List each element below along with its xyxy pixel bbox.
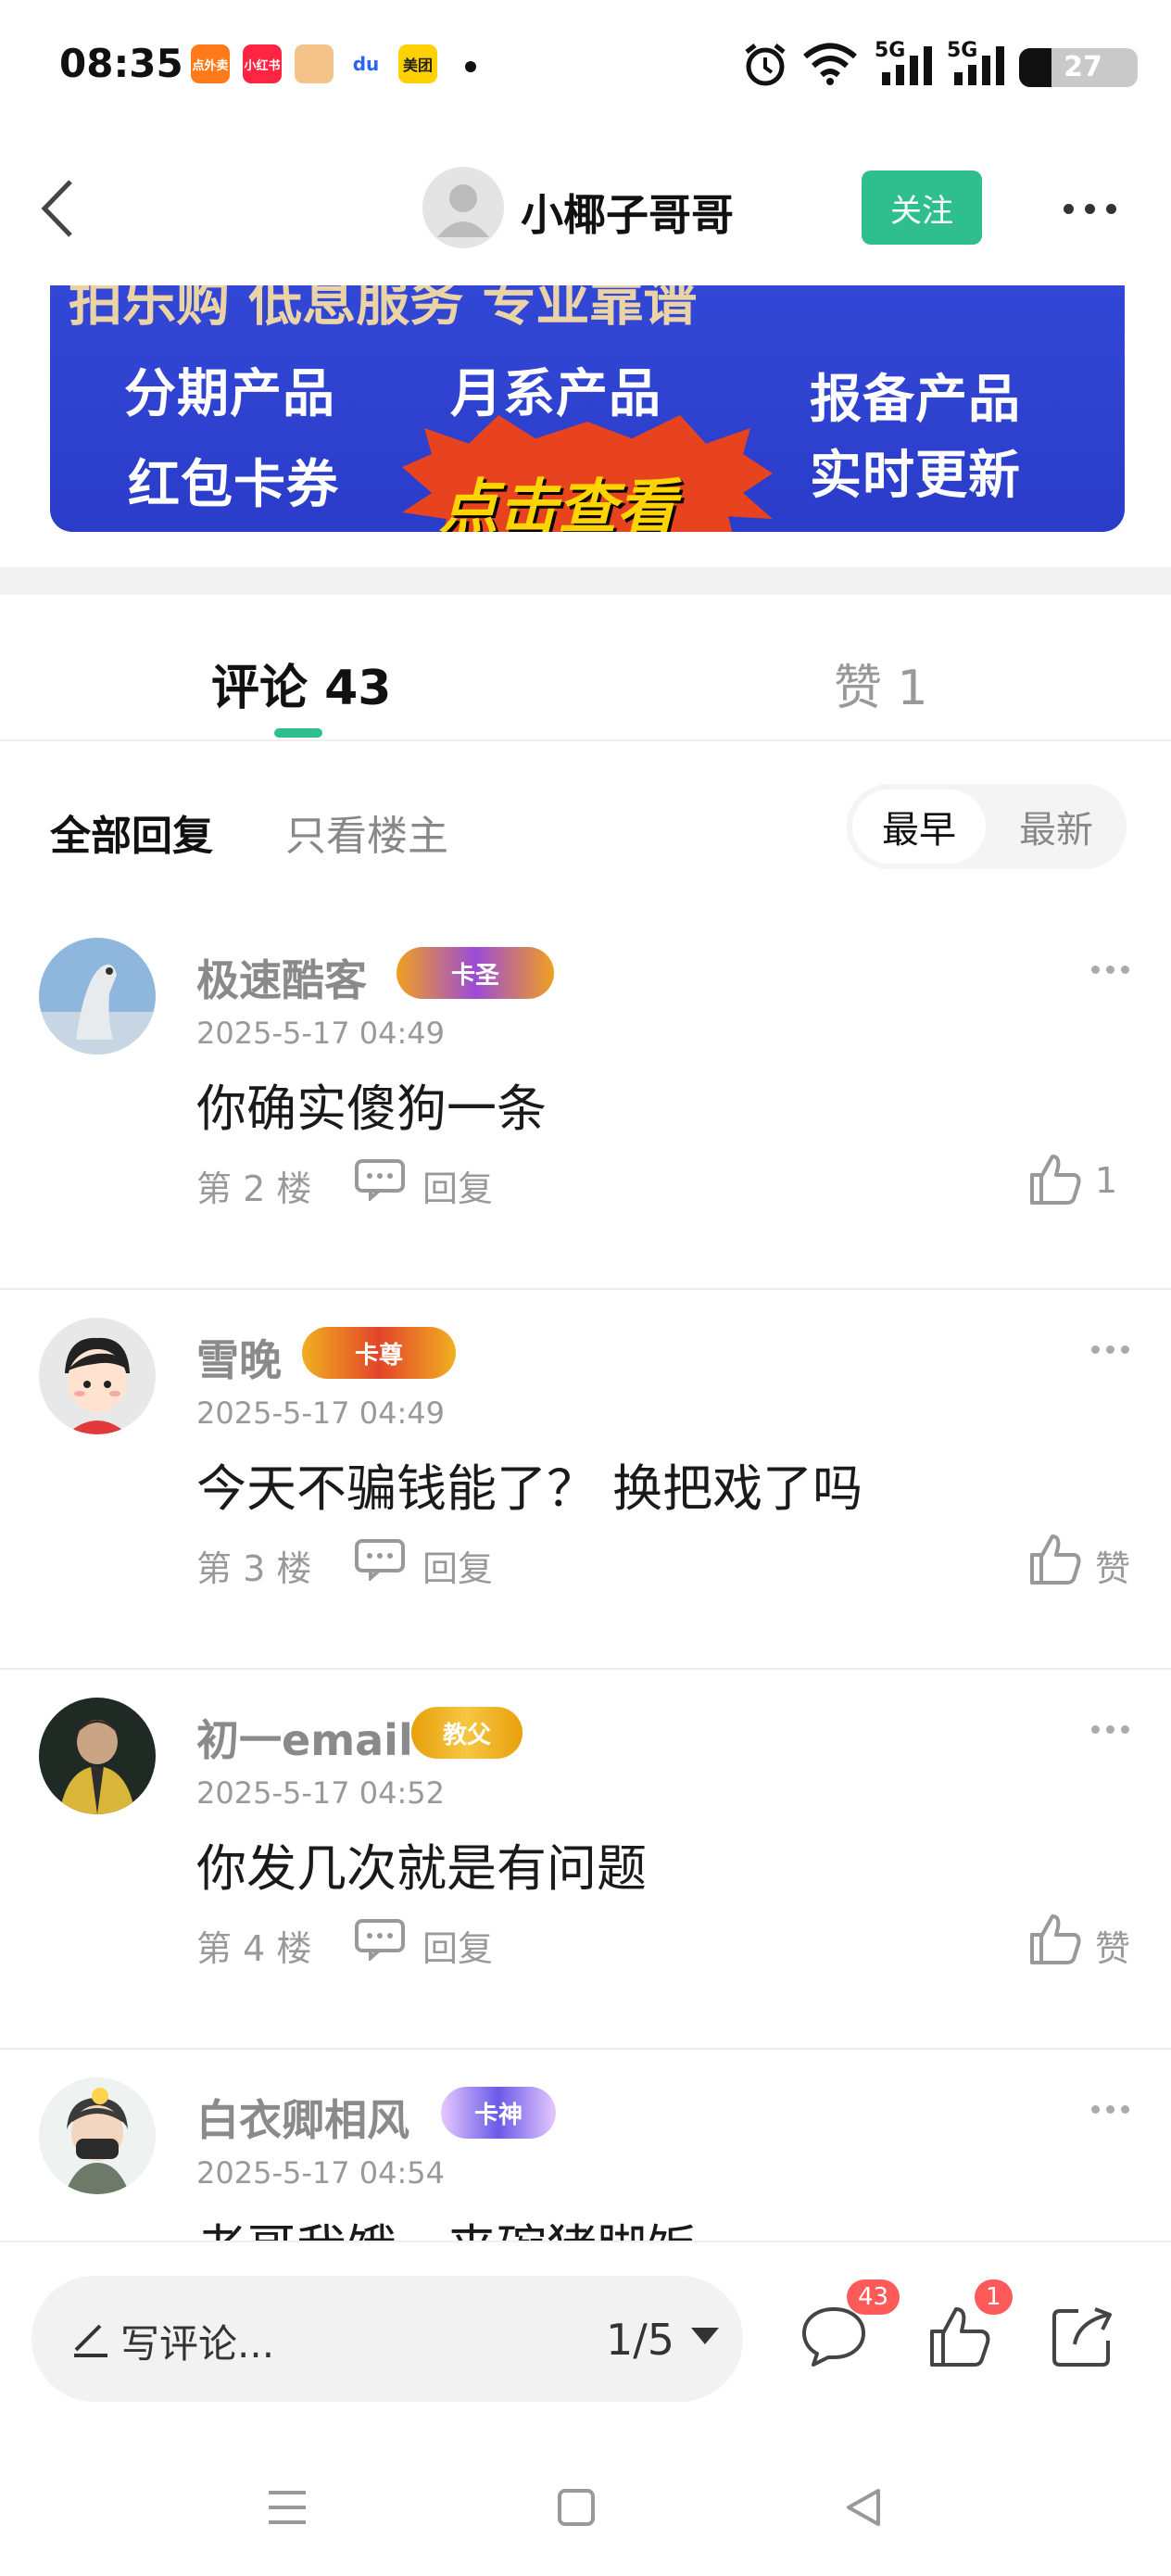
filter-all-replies[interactable]: 全部回复 (50, 802, 213, 862)
battery-level: 27 (1064, 51, 1102, 83)
more-options-icon[interactable] (1064, 195, 1123, 222)
comment-time: 2025-5-17 04:49 (196, 1395, 445, 1431)
wifi-icon (803, 43, 857, 85)
commenter-name[interactable]: 极速酷客 (196, 947, 367, 1008)
comment-time: 2025-5-17 04:52 (196, 1775, 445, 1811)
like-count: 1 (1095, 1160, 1118, 1201)
app-icon-meituan: 美团 (398, 44, 437, 83)
commenter-avatar[interactable] (39, 1318, 156, 1434)
system-nav-bar (0, 2407, 1171, 2576)
page-indicator[interactable]: 1/5 (606, 2315, 674, 2365)
tab-comments[interactable]: 评论 43 (211, 649, 391, 718)
banner-item: 月系产品 (450, 364, 661, 424)
comment-text: 你确实傻狗一条 (196, 1080, 547, 1138)
level-badge: 教父 (411, 1707, 523, 1759)
comment-more-icon[interactable] (1091, 2105, 1129, 2114)
commenter-name[interactable]: 白衣卿相风 (196, 2087, 409, 2148)
tab-bar: 评论 43 赞 1 (0, 595, 1171, 741)
section-divider (0, 567, 1171, 595)
app-icon-xiaohongshu: 小红书 (243, 44, 282, 83)
home-icon[interactable] (556, 2485, 597, 2530)
app-icon-baidu: du (346, 44, 385, 83)
level-badge: 卡神 (441, 2087, 556, 2139)
share-icon[interactable] (1047, 2302, 1117, 2372)
ad-banner[interactable]: 拍乐购 低息服务 专业靠谱 分期产品 月系产品 报备产品 红包卡券 实时更新 点… (50, 285, 1125, 532)
banner-item: 分期产品 (124, 364, 335, 424)
filter-op-only[interactable]: 只看楼主 (285, 802, 448, 862)
thumbs-up-icon[interactable] (1028, 1913, 1082, 1966)
banner-item: 报备产品 (810, 370, 1021, 430)
bottom-action-bar: 写评论... 1/5 43 1 (0, 2241, 1171, 2407)
reply-button[interactable]: 回复 (422, 1540, 493, 1591)
comment-item: 白衣卿相风 卡神 2025-5-17 04:54 老哥我饿，来碗猪脚饭 (0, 2050, 1171, 2241)
back-icon[interactable] (841, 2485, 886, 2530)
comment-count-badge: 43 (847, 2279, 900, 2315)
alarm-icon (745, 44, 786, 86)
comment-text: 老哥我饿，来碗猪脚饭 (196, 2207, 697, 2241)
pen-icon (74, 2324, 107, 2357)
dropdown-triangle-icon[interactable] (691, 2328, 719, 2344)
banner-item: 实时更新 (810, 446, 1021, 506)
floor-number: 第 2 楼 (196, 1168, 312, 1209)
comment-text: 今天不骗钱能了？ 换把戏了吗 (196, 1459, 863, 1518)
author-avatar[interactable] (422, 167, 504, 248)
floor-number: 第 4 楼 (196, 1928, 312, 1969)
sort-toggle: 最早 最新 (847, 784, 1127, 869)
banner-cta[interactable]: 点击查看 (439, 460, 676, 532)
write-comment-placeholder: 写评论... (120, 2321, 275, 2367)
comment-item: 雪晚 卡尊 2025-5-17 04:49 今天不骗钱能了？ 换把戏了吗 第 3… (0, 1290, 1171, 1670)
thumbs-up-icon[interactable] (1028, 1153, 1082, 1206)
reply-button[interactable]: 回复 (422, 1920, 493, 1971)
post-header: 小椰子哥哥 关注 (0, 158, 1171, 259)
comment-item: 初一email 教父 2025-5-17 04:52 你发几次就是有问题 第 4… (0, 1670, 1171, 2050)
menu-icon[interactable] (265, 2487, 309, 2528)
reply-button[interactable]: 回复 (422, 1160, 493, 1211)
comment-more-icon[interactable] (1091, 966, 1129, 974)
signal-icon-1 (882, 44, 932, 85)
write-comment-input[interactable]: 写评论... 1/5 (31, 2276, 743, 2402)
tab-indicator (274, 728, 322, 738)
like-count-badge: 1 (975, 2279, 1013, 2315)
comment-text: 你发几次就是有问题 (196, 1839, 647, 1898)
back-arrow-icon[interactable] (33, 176, 89, 241)
comment-time: 2025-5-17 04:49 (196, 1016, 445, 1051)
commenter-avatar[interactable] (39, 1698, 156, 1814)
sort-earliest-button[interactable]: 最早 (852, 789, 986, 864)
level-badge: 卡尊 (302, 1327, 456, 1379)
comment-time: 2025-5-17 04:54 (196, 2155, 445, 2191)
battery-icon: 27 (1019, 48, 1138, 87)
banner-item: 红包卡券 (128, 455, 339, 515)
tab-likes[interactable]: 赞 1 (834, 649, 928, 718)
status-time: 08:35 (59, 41, 183, 86)
comment-more-icon[interactable] (1091, 1345, 1129, 1354)
status-bar: 08:35 点外卖 小红书 du 美团 5G 5G 27 (0, 0, 1171, 139)
app-icon-waimai: 点外卖 (191, 44, 230, 83)
like-label[interactable]: 赞 (1095, 1540, 1130, 1591)
reply-icon[interactable] (354, 1918, 406, 1961)
reply-icon[interactable] (354, 1538, 406, 1581)
banner-top-text: 拍乐购 低息服务 专业靠谱 (69, 285, 698, 333)
author-name[interactable]: 小椰子哥哥 (521, 182, 734, 243)
commenter-avatar[interactable] (39, 938, 156, 1054)
commenter-name[interactable]: 初一email (196, 1707, 413, 1768)
like-label[interactable]: 赞 (1095, 1920, 1130, 1971)
default-avatar-icon (437, 184, 489, 237)
level-badge: 卡圣 (397, 947, 554, 999)
commenter-avatar[interactable] (39, 2077, 156, 2194)
floor-number: 第 3 楼 (196, 1548, 312, 1589)
signal-icon-2 (954, 44, 1004, 85)
thumbs-up-icon[interactable] (1028, 1533, 1082, 1586)
comment-more-icon[interactable] (1091, 1725, 1129, 1734)
app-icon-dog (295, 44, 334, 83)
sort-newest-button[interactable]: 最新 (991, 789, 1121, 864)
commenter-name[interactable]: 雪晚 (196, 1327, 282, 1388)
follow-button[interactable]: 关注 (862, 170, 982, 245)
reply-icon[interactable] (354, 1158, 406, 1201)
notification-dot (465, 61, 476, 72)
comment-item: 极速酷客 卡圣 2025-5-17 04:49 你确实傻狗一条 第 2 楼 回复… (0, 910, 1171, 1290)
